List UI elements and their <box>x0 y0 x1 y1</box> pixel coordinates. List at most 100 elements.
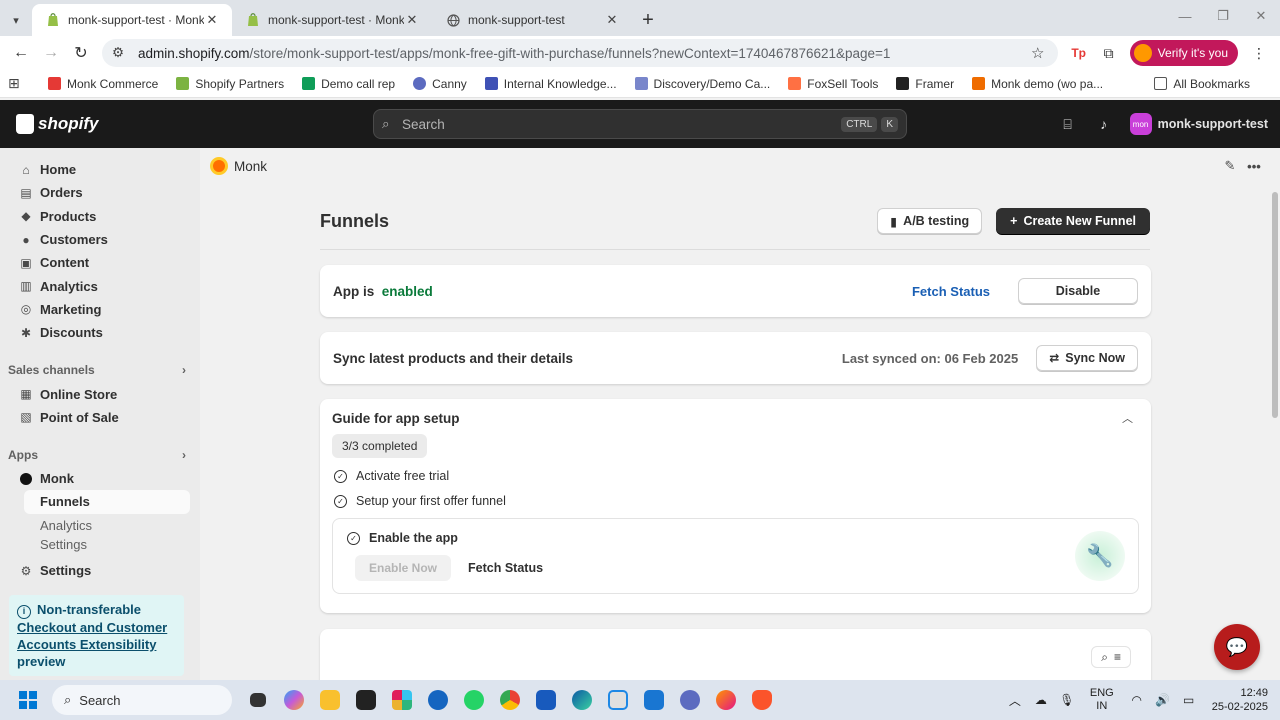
sidekick-icon[interactable]: ⌸ <box>1050 116 1086 133</box>
notice-link[interactable]: Checkout and Customer Accounts Extensibi… <box>17 620 167 652</box>
bookmark-item[interactable]: Canny <box>413 77 467 91</box>
sidebar-item-customers[interactable]: ● Customers <box>0 228 200 251</box>
apps-grid-icon[interactable]: ⊞ <box>8 75 32 92</box>
sidebar-item-content[interactable]: ▣ Content <box>0 251 200 274</box>
admin-search-input[interactable]: ⌕ Search CTRL K <box>373 109 907 139</box>
all-bookmarks[interactable]: All Bookmarks <box>1154 77 1250 91</box>
taskbar-search-input[interactable]: ⌕ Search <box>52 685 232 715</box>
guide-fetch-status-button[interactable]: Fetch Status <box>468 561 543 575</box>
sticky-notes-icon[interactable] <box>348 682 384 718</box>
sidebar-item-point-of-sale[interactable]: ▧ Point of Sale <box>0 406 200 429</box>
app-scrollbar[interactable] <box>1270 184 1280 680</box>
sidebar-item-discounts[interactable]: ✱ Discounts <box>0 321 200 344</box>
microphone-icon[interactable]: 🎙 <box>1054 693 1080 707</box>
reload-icon[interactable]: ↻ <box>66 39 96 67</box>
browser-menu-icon[interactable]: ⋮ <box>1244 39 1274 67</box>
pin-icon[interactable]: ✎ <box>1218 158 1242 174</box>
slack-icon[interactable] <box>384 682 420 718</box>
close-tab-icon[interactable]: ✕ <box>604 12 620 28</box>
sidebar-subitem-funnels[interactable]: Funnels <box>24 490 190 514</box>
bookmark-item[interactable]: Framer <box>896 77 954 91</box>
filter-icon[interactable]: ≡ <box>1114 650 1121 664</box>
snipping-tool-icon[interactable] <box>600 682 636 718</box>
word-icon[interactable] <box>528 682 564 718</box>
verify-button[interactable]: Verify it's you <box>1129 40 1238 66</box>
copilot-icon[interactable] <box>276 682 312 718</box>
settings-app-icon[interactable] <box>672 682 708 718</box>
extensions-puzzle-icon[interactable]: ⧉ <box>1094 39 1124 67</box>
browser-tab-2[interactable]: monk-support-test · Monk · Sho ✕ <box>232 4 432 36</box>
calculator-icon[interactable] <box>636 682 672 718</box>
chrome-icon[interactable] <box>492 682 528 718</box>
sidebar-section-sales-channels[interactable]: Sales channels › <box>0 358 200 382</box>
notifications-bell-icon[interactable]: ♪ <box>1086 116 1122 132</box>
sidebar-section-apps[interactable]: Apps › <box>0 443 200 467</box>
sidebar-item-monk[interactable]: Monk <box>0 467 200 490</box>
sync-now-button[interactable]: ⇄ Sync Now <box>1036 345 1138 371</box>
guide-step[interactable]: ✓ Activate free trial <box>332 469 1139 483</box>
sidebar-subitem-analytics[interactable]: Analytics <box>0 514 200 537</box>
forward-icon[interactable]: → <box>36 39 66 67</box>
task-view-icon[interactable] <box>240 682 276 718</box>
sidebar-subitem-settings[interactable]: Settings <box>0 537 200 553</box>
tab-search-icon[interactable]: ▾ <box>0 4 32 36</box>
bookmark-item[interactable]: Internal Knowledge... <box>484 77 617 91</box>
bookmark-item[interactable]: Discovery/Demo Ca... <box>634 77 770 91</box>
maximize-icon[interactable]: ❐ <box>1204 0 1242 32</box>
close-tab-icon[interactable]: ✕ <box>204 12 220 28</box>
bookmark-item[interactable]: Demo call rep <box>302 77 395 91</box>
step-label: Enable the app <box>369 531 458 545</box>
chevron-up-icon[interactable]: ︿ <box>1122 410 1133 426</box>
url-input[interactable]: ⚙ admin.shopify.com/store/monk-support-t… <box>102 39 1058 67</box>
store-name[interactable]: monk-support-test <box>1158 117 1268 131</box>
scrollbar-thumb[interactable] <box>1272 192 1278 418</box>
site-settings-icon[interactable]: ⚙ <box>112 45 130 61</box>
language-indicator[interactable]: ENG IN <box>1090 687 1114 713</box>
shopify-logo[interactable]: shopify <box>0 114 200 134</box>
create-funnel-button[interactable]: + Create New Funnel <box>996 208 1150 234</box>
battery-icon[interactable]: ▭ <box>1176 693 1202 707</box>
start-button[interactable] <box>8 691 48 709</box>
chat-support-icon[interactable]: 💬 <box>1214 624 1260 670</box>
volume-icon[interactable]: 🔊 <box>1150 693 1176 707</box>
edge-dev-icon[interactable] <box>420 682 456 718</box>
bookmark-item[interactable]: Monk demo (wo pa... <box>972 77 1103 91</box>
file-explorer-icon[interactable] <box>312 682 348 718</box>
clock[interactable]: 12:49 25-02-2025 <box>1212 686 1268 714</box>
sidebar-item-online-store[interactable]: ▦ Online Store <box>0 382 200 405</box>
more-options-icon[interactable]: ••• <box>1242 159 1266 174</box>
edge-icon[interactable] <box>564 682 600 718</box>
guide-step[interactable]: ✓ Enable the app <box>345 531 1126 545</box>
sidebar-item-analytics[interactable]: ▥ Analytics <box>0 274 200 297</box>
sidebar-item-orders[interactable]: ▤ Orders <box>0 181 200 204</box>
whatsapp-icon[interactable] <box>456 682 492 718</box>
sidebar-item-settings[interactable]: ⚙ Settings <box>0 559 200 582</box>
store-avatar[interactable]: mon <box>1129 113 1152 135</box>
disable-button[interactable]: Disable <box>1018 278 1138 304</box>
new-tab-icon[interactable]: + <box>632 4 664 36</box>
fetch-status-button[interactable]: Fetch Status <box>912 284 990 299</box>
close-window-icon[interactable]: ✕ <box>1242 0 1280 32</box>
search-icon[interactable]: ⌕ <box>1101 650 1108 665</box>
enable-now-button[interactable]: Enable Now <box>355 555 452 581</box>
bookmark-item[interactable]: FoxSell Tools <box>788 77 878 91</box>
close-tab-icon[interactable]: ✕ <box>404 12 420 28</box>
sidebar-item-home[interactable]: ⌂ Home <box>0 158 200 181</box>
browser-tab-1[interactable]: monk-support-test · Monk · Sho ✕ <box>32 4 232 36</box>
wifi-icon[interactable]: ◠ <box>1124 693 1150 707</box>
browser-tab-3[interactable]: monk-support-test ✕ <box>432 4 632 36</box>
back-icon[interactable]: ← <box>6 39 36 67</box>
bookmark-star-icon[interactable]: ☆ <box>1028 44 1048 62</box>
minimize-icon[interactable]: — <box>1166 0 1204 32</box>
firefox-icon[interactable] <box>708 682 744 718</box>
brave-icon[interactable] <box>744 682 780 718</box>
guide-step[interactable]: ✓ Setup your first offer funnel <box>332 494 1139 508</box>
onedrive-icon[interactable]: ☁ <box>1028 693 1054 707</box>
chevron-up-icon[interactable]: ︿ <box>1002 692 1028 709</box>
ab-testing-button[interactable]: ▮ A/B testing <box>877 208 983 234</box>
bookmark-item[interactable]: Monk Commerce <box>48 77 158 91</box>
bookmark-item[interactable]: Shopify Partners <box>176 77 284 91</box>
sidebar-item-marketing[interactable]: ◎ Marketing <box>0 298 200 321</box>
extension-tp-icon[interactable]: Tp <box>1064 39 1094 67</box>
sidebar-item-products[interactable]: ◆ Products <box>0 205 200 228</box>
